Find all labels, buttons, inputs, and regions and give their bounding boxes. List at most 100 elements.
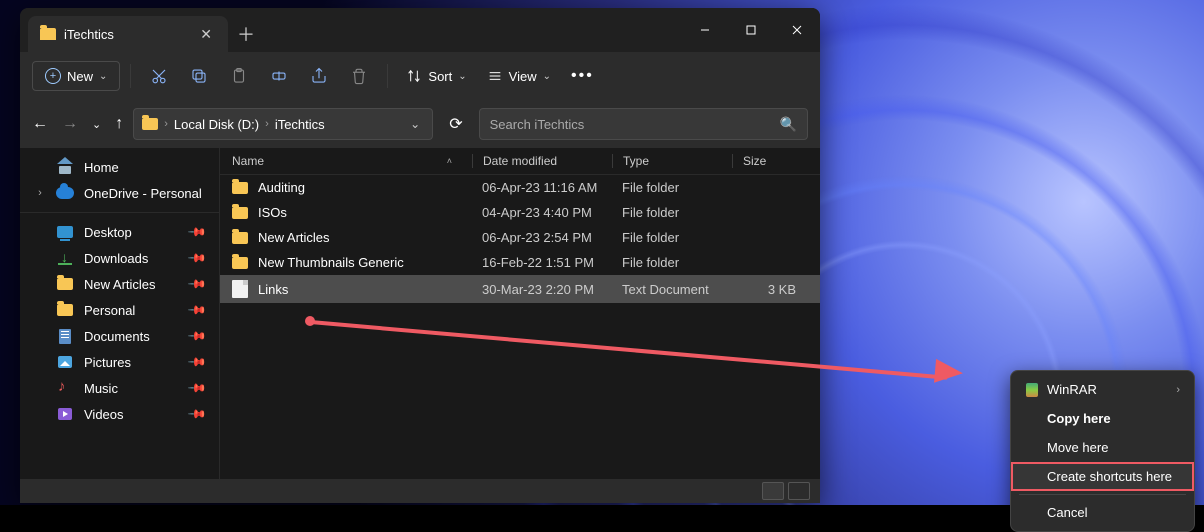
close-window-button[interactable] (774, 8, 820, 52)
details-view-button[interactable] (762, 482, 784, 500)
ctx-label: Create shortcuts here (1047, 469, 1172, 484)
video-icon (58, 408, 72, 420)
share-button[interactable] (301, 58, 337, 94)
copy-button[interactable] (181, 58, 217, 94)
address-row: ← → ⌄ ↑ › Local Disk (D:) › iTechtics ⌄ … (20, 100, 820, 148)
address-dropdown[interactable]: ⌄ (406, 117, 424, 131)
chevron-down-icon[interactable]: ⌄ (92, 118, 101, 131)
column-headers: Name˄ Date modified Type Size (220, 148, 820, 175)
new-button[interactable]: + New ⌄ (32, 61, 120, 91)
ctx-item-create-shortcut[interactable]: Create shortcuts here (1011, 462, 1194, 491)
column-date[interactable]: Date modified (472, 154, 612, 168)
file-type: File folder (612, 255, 732, 270)
view-label: View (509, 69, 537, 84)
sidebar-item-desktop[interactable]: Desktop📌 (20, 219, 219, 245)
file-name: New Thumbnails Generic (258, 255, 404, 270)
ctx-item-copy[interactable]: Copy here (1011, 404, 1194, 433)
ctx-item-winrar[interactable]: WinRAR › (1011, 375, 1194, 404)
minimize-button[interactable] (682, 8, 728, 52)
sidebar-label: Downloads (84, 251, 148, 266)
folder-icon (57, 278, 73, 290)
column-name[interactable]: Name˄ (232, 154, 472, 168)
chevron-right-icon: › (34, 187, 46, 199)
cut-button[interactable] (141, 58, 177, 94)
window-tab[interactable]: iTechtics ✕ (28, 16, 228, 52)
pin-icon: 📌 (187, 248, 207, 268)
pin-icon: 📌 (187, 352, 207, 372)
home-icon (57, 160, 73, 174)
sidebar-item-pictures[interactable]: Pictures 📌 (20, 349, 219, 375)
ctx-item-move[interactable]: Move here (1011, 433, 1194, 462)
close-tab-button[interactable]: ✕ (196, 26, 216, 43)
text-file-icon (232, 280, 248, 298)
sidebar-label: Home (84, 160, 119, 175)
icons-view-button[interactable] (788, 482, 810, 500)
sidebar-item-newarticles[interactable]: New Articles📌 (20, 271, 219, 297)
breadcrumb[interactable]: Local Disk (D:) (174, 117, 259, 132)
sidebar-item-home[interactable]: Home (20, 154, 219, 180)
table-row[interactable]: ISOs 04-Apr-23 4:40 PM File folder (220, 200, 820, 225)
documents-icon (59, 329, 71, 344)
ctx-label: Move here (1047, 440, 1108, 455)
file-name: Links (258, 282, 288, 297)
maximize-button[interactable] (728, 8, 774, 52)
file-name: ISOs (258, 205, 287, 220)
ctx-item-cancel[interactable]: Cancel (1011, 498, 1194, 527)
table-row[interactable]: Links 30-Mar-23 2:20 PM Text Document 3 … (220, 275, 820, 303)
sidebar-label: Pictures (84, 355, 131, 370)
sidebar-item-documents[interactable]: Documents📌 (20, 323, 219, 349)
folder-icon (232, 232, 248, 244)
file-explorer-window: iTechtics ✕ ＋ + New ⌄ Sort ⌄ (20, 8, 820, 503)
more-button[interactable]: ••• (563, 67, 602, 85)
folder-icon (232, 257, 248, 269)
sidebar-item-personal[interactable]: Personal📌 (20, 297, 219, 323)
column-type[interactable]: Type (612, 154, 732, 168)
status-bar (20, 479, 820, 503)
file-size: 3 KB (732, 282, 808, 297)
pin-icon: 📌 (187, 404, 207, 424)
rename-button[interactable] (261, 58, 297, 94)
music-icon (58, 381, 72, 395)
file-name: New Articles (258, 230, 330, 245)
refresh-button[interactable]: ⟳ (443, 114, 468, 134)
downloads-icon (58, 251, 72, 265)
nav-up-button[interactable]: ↑ (115, 115, 123, 133)
file-date: 06-Apr-23 2:54 PM (472, 230, 612, 245)
table-row[interactable]: New Articles 06-Apr-23 2:54 PM File fold… (220, 225, 820, 250)
sidebar-label: Personal (84, 303, 135, 318)
file-type: File folder (612, 205, 732, 220)
ctx-label: WinRAR (1047, 382, 1097, 397)
sidebar-item-onedrive[interactable]: › OneDrive - Personal (20, 180, 219, 206)
nav-forward-button[interactable]: → (62, 115, 78, 133)
table-row[interactable]: Auditing 06-Apr-23 11:16 AM File folder (220, 175, 820, 200)
sidebar-label: Videos (84, 407, 124, 422)
chevron-right-icon: › (1176, 384, 1180, 396)
breadcrumb[interactable]: iTechtics (275, 117, 325, 132)
titlebar: iTechtics ✕ ＋ (20, 8, 820, 52)
folder-icon (232, 207, 248, 219)
sort-asc-icon: ˄ (447, 156, 452, 166)
sidebar-item-videos[interactable]: Videos 📌 (20, 401, 219, 427)
nav-back-button[interactable]: ← (32, 115, 48, 133)
file-type: File folder (612, 230, 732, 245)
sort-label: Sort (428, 69, 452, 84)
sidebar-item-music[interactable]: Music📌 (20, 375, 219, 401)
view-button[interactable]: View ⌄ (479, 62, 559, 90)
search-input[interactable] (490, 117, 780, 132)
address-bar[interactable]: › Local Disk (D:) › iTechtics ⌄ (133, 108, 433, 140)
sidebar-item-downloads[interactable]: Downloads 📌 (20, 245, 219, 271)
desktop-icon (57, 226, 73, 238)
new-tab-button[interactable]: ＋ (228, 16, 264, 52)
column-size[interactable]: Size (732, 154, 808, 168)
search-bar[interactable]: 🔍 (479, 108, 808, 140)
file-type: File folder (612, 180, 732, 195)
sort-button[interactable]: Sort ⌄ (398, 62, 474, 90)
tab-title: iTechtics (64, 27, 188, 42)
toolbar: + New ⌄ Sort ⌄ View ⌄ ••• (20, 52, 820, 100)
context-menu: WinRAR › Copy here Move here Create shor… (1010, 370, 1195, 532)
sidebar-label: New Articles (84, 277, 156, 292)
paste-button[interactable] (221, 58, 257, 94)
table-row[interactable]: New Thumbnails Generic 16-Feb-22 1:51 PM… (220, 250, 820, 275)
winrar-icon (1026, 383, 1038, 397)
delete-button[interactable] (341, 58, 377, 94)
